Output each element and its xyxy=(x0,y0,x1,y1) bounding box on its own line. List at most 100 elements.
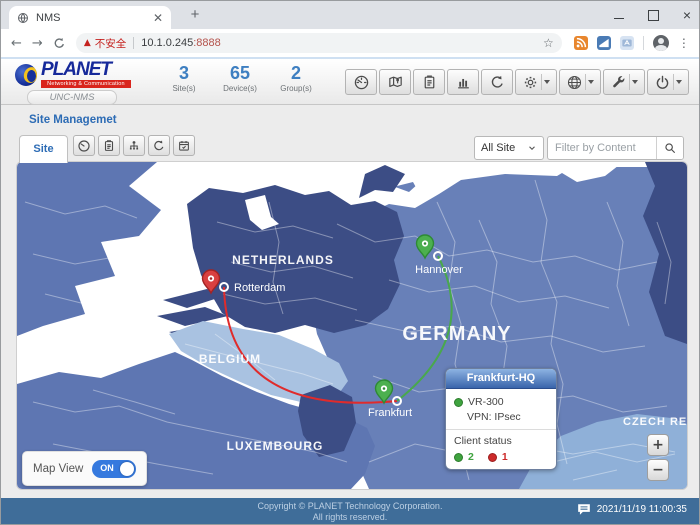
security-warning-text[interactable]: 不安全 xyxy=(95,36,127,51)
page-content: Site Managemet Site All Site xyxy=(1,105,699,498)
stat-groups-value: 2 xyxy=(271,64,321,83)
popup-divider xyxy=(446,429,556,430)
statistics-button[interactable] xyxy=(447,69,479,95)
system-timestamp: 2021/11/19 11:00:35 xyxy=(597,504,687,515)
rss-extension-icon[interactable] xyxy=(574,36,588,50)
schedule-view-button[interactable] xyxy=(173,135,195,156)
map-icon xyxy=(387,74,404,91)
map-zoom-in-button[interactable]: + xyxy=(647,434,669,456)
url-port: :8888 xyxy=(193,37,221,49)
globe-favicon-icon xyxy=(17,12,29,24)
topology-view-button[interactable] xyxy=(123,135,145,156)
bookmark-star-icon[interactable]: ☆ xyxy=(543,36,554,50)
map-zoom-out-button[interactable]: − xyxy=(647,459,669,481)
stat-groups[interactable]: 2 Group(s) xyxy=(271,64,321,93)
power-icon xyxy=(654,74,671,91)
translate-extension-icon[interactable] xyxy=(620,36,634,50)
clipboard-icon xyxy=(102,139,116,153)
popup-title[interactable]: Frankfurt-HQ xyxy=(446,369,556,389)
country-label-belgium: BELGIUM xyxy=(199,352,261,366)
power-menu-button[interactable] xyxy=(647,69,689,95)
maintenance-menu-button[interactable] xyxy=(603,69,645,95)
search-box xyxy=(547,136,684,160)
toggle-state-label: ON xyxy=(100,463,114,473)
close-icon[interactable]: × xyxy=(683,10,691,20)
toggle-knob xyxy=(120,462,134,476)
tab-site[interactable]: Site xyxy=(19,135,68,163)
city-label-frankfurt: Frankfurt xyxy=(368,407,412,419)
app-footer: Copyright © PLANET Technology Corporatio… xyxy=(1,498,699,525)
header-toolbar xyxy=(345,69,689,95)
clients-alert-count: 1 xyxy=(502,451,508,463)
minimize-icon[interactable] xyxy=(614,18,624,19)
security-warning-icon: ▲ xyxy=(84,38,91,48)
browser-tab-strip: NMS ✕ + × xyxy=(1,1,699,29)
wrench-icon xyxy=(610,74,627,91)
search-button[interactable] xyxy=(656,137,683,159)
filter-controls: All Site xyxy=(474,136,684,160)
gear-icon xyxy=(522,74,539,91)
button-divider xyxy=(673,74,674,90)
browser-menu-icon[interactable]: ⋮ xyxy=(678,36,690,50)
country-label-czech-republic: CZECH REPUBLIC xyxy=(623,416,687,428)
stat-groups-label: Group(s) xyxy=(271,84,321,93)
browser-tab[interactable]: NMS ✕ xyxy=(9,6,171,29)
reload-icon[interactable] xyxy=(53,37,66,50)
back-icon[interactable]: ← xyxy=(11,36,22,51)
stat-devices[interactable]: 65 Device(s) xyxy=(215,64,265,93)
dashboard-icon xyxy=(77,139,91,153)
calendar-check-icon xyxy=(177,139,191,153)
dropdown-caret-icon xyxy=(588,80,594,84)
site-filter-select[interactable]: All Site xyxy=(474,136,544,160)
message-icon[interactable] xyxy=(577,503,591,516)
profile-avatar[interactable] xyxy=(653,35,669,51)
browser-address-bar: ← → ▲ 不安全 10.1.0.245 :8888 ☆ ⋮ xyxy=(1,29,699,58)
report-button[interactable] xyxy=(413,69,445,95)
clipboard-icon xyxy=(421,74,438,91)
button-divider xyxy=(585,74,586,90)
dropdown-caret-icon xyxy=(544,80,550,84)
clients-ok-count: 2 xyxy=(468,451,474,463)
page-title: Site Managemet xyxy=(29,114,117,126)
url-field[interactable]: ▲ 不安全 10.1.0.245 :8888 ☆ xyxy=(76,33,562,53)
tab-title: NMS xyxy=(36,12,153,24)
device-name[interactable]: VR-300 xyxy=(468,396,504,408)
settings-menu-button[interactable] xyxy=(515,69,557,95)
url-host: 10.1.0.245 xyxy=(141,37,193,49)
site-map[interactable]: NETHERLANDS GERMANY BELGIUM LUXEMBOURG C… xyxy=(16,161,688,490)
stat-sites[interactable]: 3 Site(s) xyxy=(159,64,209,93)
refresh-icon xyxy=(152,139,166,153)
refresh-view-button[interactable] xyxy=(148,135,170,156)
map-view-label: Map View xyxy=(33,463,83,475)
tab-close-icon[interactable]: ✕ xyxy=(153,11,163,25)
refresh-icon xyxy=(489,74,506,91)
screenshot-extension-icon[interactable] xyxy=(597,36,611,50)
client-status-label: Client status xyxy=(454,435,548,447)
map-view-toggle[interactable]: ON xyxy=(92,460,136,478)
vpn-type: VPN: IPsec xyxy=(467,411,548,423)
search-input[interactable] xyxy=(548,142,656,154)
dashboard-button[interactable] xyxy=(345,69,377,95)
map-button[interactable] xyxy=(379,69,411,95)
chevron-down-icon xyxy=(527,143,537,153)
clients-ok-dot xyxy=(454,453,463,462)
list-view-button[interactable] xyxy=(98,135,120,156)
view-mode-toolbar xyxy=(73,135,195,156)
forward-icon[interactable]: → xyxy=(32,36,43,51)
dashboard-icon xyxy=(353,74,370,91)
device-status-dot-ok xyxy=(454,398,463,407)
planet-globe-icon xyxy=(15,64,37,86)
refresh-button[interactable] xyxy=(481,69,513,95)
maximize-icon[interactable] xyxy=(648,10,659,21)
new-tab-button[interactable]: + xyxy=(186,7,204,25)
stat-devices-label: Device(s) xyxy=(215,84,265,93)
button-divider xyxy=(541,74,542,90)
omnibox-divider xyxy=(133,37,134,49)
dashboard-view-button[interactable] xyxy=(73,135,95,156)
dropdown-caret-icon xyxy=(676,80,682,84)
window-controls: × xyxy=(614,1,691,29)
app-header: PLANET Networking & Communication UNC-NM… xyxy=(1,57,699,105)
network-menu-button[interactable] xyxy=(559,69,601,95)
site-info-popup: Frankfurt-HQ VR-300 VPN: IPsec Client st… xyxy=(445,368,557,470)
globe-icon xyxy=(566,74,583,91)
